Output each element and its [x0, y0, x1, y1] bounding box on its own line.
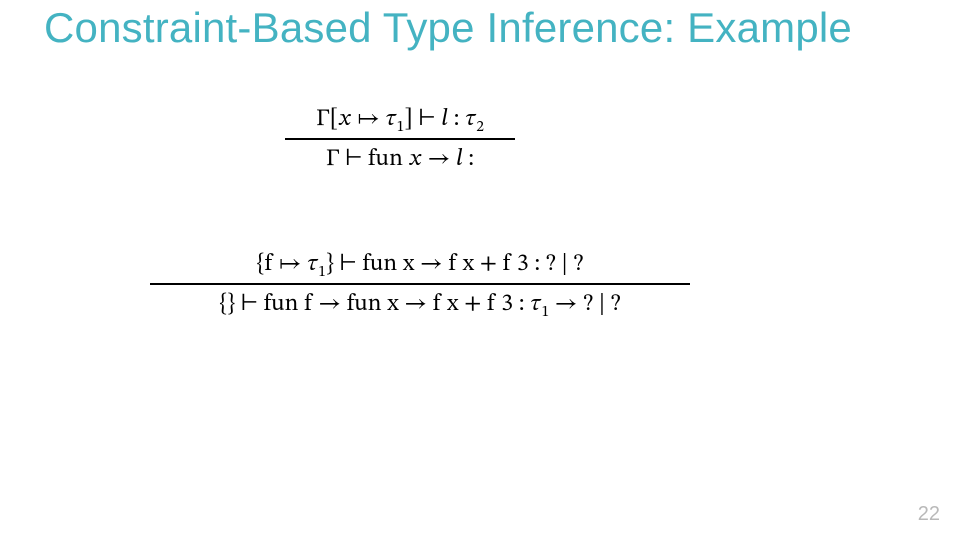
rule1-premise: Γ[𝑥 ↦ 𝜏1] ⊢ 𝑙 : 𝜏2 [260, 100, 540, 138]
rule1-premise-part1: Γ[𝑥 ↦ 𝜏 [316, 107, 397, 131]
rule2-premise-part2: } ⊢ fun x → f x + f 3 : ? | ? [326, 252, 583, 276]
rule2-conclusion: {} ⊢ fun f → fun x → f x + f 3 : 𝜏1 → ? … [150, 285, 690, 323]
rule1-premise-sub2: 2 [476, 119, 484, 135]
rule1-conclusion: Γ ⊢ fun 𝑥 → 𝑙 : [260, 140, 540, 178]
slide-title: Constraint-Based Type Inference: Example [44, 4, 852, 52]
inference-rule-2: {f ↦ 𝜏1} ⊢ fun x → f x + f 3 : ? | ? {} … [150, 245, 690, 323]
inference-rule-1: Γ[𝑥 ↦ 𝜏1] ⊢ 𝑙 : 𝜏2 Γ ⊢ fun 𝑥 → 𝑙 : [260, 100, 540, 178]
rule2-conclusion-sub1: 1 [541, 304, 549, 320]
slide: Constraint-Based Type Inference: Example… [0, 0, 960, 540]
rule2-premise-part1: {f ↦ 𝜏 [257, 252, 319, 276]
rule1-premise-part2: ] ⊢ 𝑙 : 𝜏 [404, 107, 476, 131]
page-number: 22 [918, 503, 940, 526]
rule2-conclusion-part2: → ? | ? [549, 292, 620, 316]
rule2-premise-sub1: 1 [318, 264, 326, 280]
rule1-conclusion-text: Γ ⊢ fun 𝑥 → 𝑙 : [326, 147, 474, 171]
rule2-premise: {f ↦ 𝜏1} ⊢ fun x → f x + f 3 : ? | ? [150, 245, 690, 283]
rule2-conclusion-part1: {} ⊢ fun f → fun x → f x + f 3 : 𝜏 [219, 292, 541, 316]
